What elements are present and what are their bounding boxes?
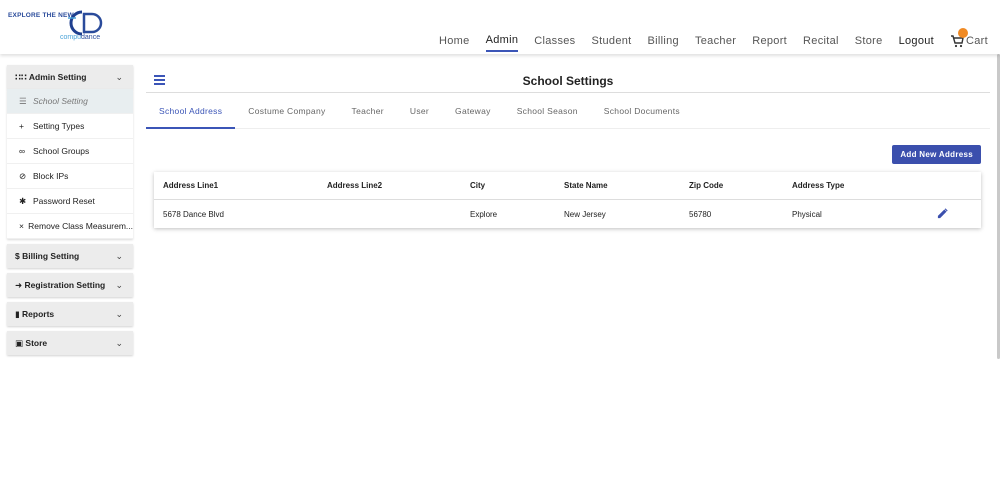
tab-school-documents[interactable]: School Documents — [591, 102, 693, 129]
cart-link[interactable]: Cart — [950, 28, 988, 52]
section-label: Reports — [22, 308, 55, 319]
section-label: Registration Setting — [24, 279, 106, 290]
logout-link[interactable]: Logout — [899, 35, 934, 51]
sidebar-item-label: School Groups — [33, 146, 90, 156]
plus-icon: + — [19, 121, 24, 131]
chevron-down-icon: ⌄ — [115, 71, 123, 82]
sidebar-item-label: School Setting — [33, 96, 88, 106]
cart-label: Cart — [966, 35, 988, 47]
settings-tabs: School Address Costume Company Teacher U… — [146, 102, 990, 129]
chevron-down-icon: ⌄ — [115, 279, 123, 290]
sidebar-item-label: Password Reset — [33, 196, 95, 206]
cart-icon — [950, 28, 969, 48]
table-row: 5678 Dance Blvd Explore New Jersey 56780… — [154, 200, 981, 228]
edit-icon[interactable] — [937, 208, 948, 221]
link-icon: ∞ — [19, 146, 26, 156]
address-table: Address Line1 Address Line2 City State N… — [154, 172, 981, 228]
sidebar-section-registration-setting[interactable]: ➜ Registration Setting ⌄ — [7, 273, 133, 297]
main-nav: Home Admin Classes Student Billing Teach… — [423, 28, 988, 52]
gear-icon: ✱ — [19, 195, 27, 206]
sidebar-section-billing-setting[interactable]: $ Billing Setting ⌄ — [7, 244, 133, 268]
sidebar-item-setting-types[interactable]: + Setting Types — [7, 114, 133, 139]
nav-report[interactable]: Report — [752, 35, 787, 51]
sidebar-item-password-reset[interactable]: ✱ Password Reset — [7, 189, 133, 214]
nav-student[interactable]: Student — [591, 35, 631, 51]
sidebar-section-store[interactable]: ▣ Store ⌄ — [7, 331, 133, 355]
logo-wordmark: compudance — [60, 34, 101, 41]
list-icon: ☰ — [19, 95, 27, 106]
sidebar-item-label: Setting Types — [33, 121, 85, 131]
nav-store[interactable]: Store — [855, 35, 883, 51]
cart-badge — [958, 28, 969, 38]
column-header: Zip Code — [689, 181, 724, 190]
table-cell: 5678 Dance Blvd — [163, 209, 224, 219]
nav-recital[interactable]: Recital — [803, 35, 839, 51]
table-cell: New Jersey — [564, 209, 606, 219]
cart-icon: ▣ — [15, 337, 26, 348]
sidebar-item-school-setting[interactable]: ☰ School Setting — [7, 89, 133, 114]
sidebar-item-remove-class-measurement[interactable]: × Remove Class Measurem... — [7, 214, 133, 239]
chevron-down-icon: ⌄ — [115, 337, 123, 348]
sidebar-section-reports[interactable]: ▮ Reports ⌄ — [7, 302, 133, 326]
nav-admin[interactable]: Admin — [485, 34, 519, 52]
section-label: Store — [25, 337, 48, 348]
section-label: Billing Setting — [22, 251, 80, 261]
table-cell: 56780 — [689, 209, 712, 219]
section-label: Admin Setting — [28, 71, 87, 82]
bar-chart-icon: ▮ — [15, 308, 23, 319]
column-header: Address Type — [792, 181, 845, 190]
sidebar-item-label: Block IPs — [33, 171, 69, 181]
close-icon: × — [19, 221, 24, 231]
nav-home[interactable]: Home — [439, 35, 470, 51]
admin-setting-list: ☰ School Setting + Setting Types ∞ Schoo… — [7, 89, 133, 239]
chevron-down-icon: ⌄ — [115, 308, 123, 319]
column-header: City — [470, 181, 486, 190]
tab-gateway[interactable]: Gateway — [442, 102, 504, 129]
column-header: State Name — [564, 181, 608, 190]
sidebar-item-school-groups[interactable]: ∞ School Groups — [7, 139, 133, 164]
main-content: School Settings School Address Costume C… — [146, 65, 990, 228]
table-header-row: Address Line1 Address Line2 City State N… — [154, 172, 981, 200]
tab-school-season[interactable]: School Season — [504, 102, 591, 129]
sidebar-section-admin-setting[interactable]: ∷∷ Admin Setting ⌄ — [7, 65, 133, 89]
column-header: Address Line1 — [163, 181, 219, 190]
grid-icon: ∷∷ — [15, 71, 29, 82]
nav-classes[interactable]: Classes — [534, 35, 575, 51]
nav-billing[interactable]: Billing — [648, 35, 679, 51]
tab-costume-company[interactable]: Costume Company — [235, 102, 338, 129]
column-header: Address Line2 — [327, 181, 383, 190]
table-cell: Explore — [470, 209, 498, 219]
settings-sidebar: ∷∷ Admin Setting ⌄ ☰ School Setting + Se… — [7, 65, 133, 360]
tab-teacher[interactable]: Teacher — [339, 102, 397, 129]
page-header: School Settings — [146, 65, 990, 93]
nav-teacher[interactable]: Teacher — [695, 35, 736, 51]
table-cell: Physical — [792, 209, 822, 219]
add-new-address-button[interactable]: Add New Address — [892, 145, 981, 164]
tab-school-address[interactable]: School Address — [146, 102, 236, 129]
tab-user[interactable]: User — [397, 102, 442, 129]
compudance-logo[interactable]: EXPLORE THE NEW compudance — [8, 8, 118, 46]
page-title: School Settings — [522, 74, 614, 88]
top-navbar: EXPLORE THE NEW compudance Home Admin Cl… — [0, 0, 1000, 54]
chevron-down-icon: ⌄ — [115, 250, 123, 261]
block-icon: ⊘ — [19, 170, 27, 181]
sidebar-item-label: Remove Class Measurem... — [28, 221, 133, 231]
sidebar-item-block-ips[interactable]: ⊘ Block IPs — [7, 164, 133, 189]
